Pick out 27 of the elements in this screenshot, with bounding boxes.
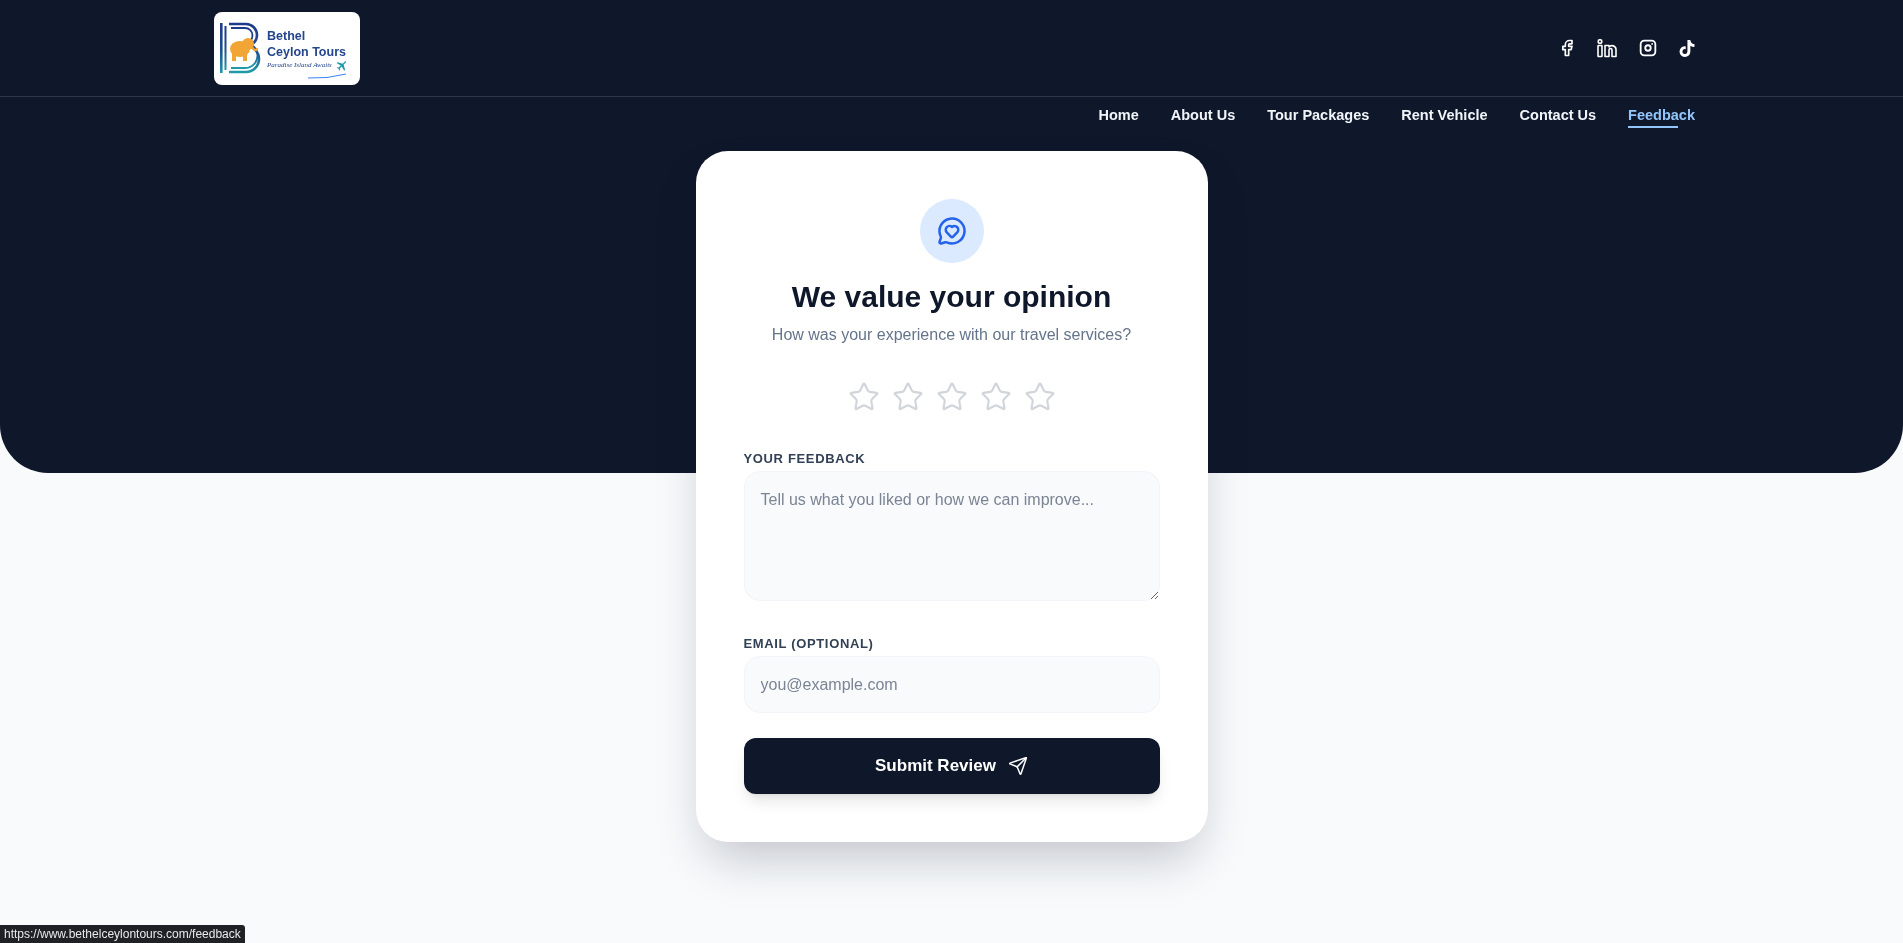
status-url: https://www.bethelceylontours.com/feedback (0, 925, 245, 943)
star-icon[interactable] (979, 381, 1012, 413)
nav-link[interactable]: Feedback (1628, 106, 1695, 128)
star-icon[interactable] (1023, 381, 1056, 413)
star-icon[interactable] (847, 381, 880, 413)
nav-link[interactable]: About Us (1170, 106, 1236, 128)
logo-emblem-drawing (219, 22, 263, 74)
email-input[interactable]: you@example.com (743, 656, 1160, 713)
nav-link[interactable]: Contact Us (1519, 106, 1597, 128)
send-icon (1007, 756, 1028, 776)
card-subtitle: How was your experience with our travel services? (771, 325, 1132, 345)
swoosh-drawing (307, 72, 347, 79)
nav-link[interactable]: Tour Packages (1267, 106, 1370, 128)
nav-link[interactable]: Rent Vehicle (1401, 106, 1488, 128)
star-icon[interactable] (891, 381, 924, 413)
instagram-icon[interactable] (1637, 37, 1659, 59)
submit-button[interactable]: Submit Review (743, 738, 1160, 794)
tiktok-icon[interactable] (1679, 39, 1695, 57)
feedback-textarea[interactable]: Tell us what you liked or how we can improve... (743, 471, 1160, 601)
linkedin-icon[interactable] (1597, 38, 1617, 58)
star-icon[interactable] (935, 381, 968, 413)
card-title: We value your opinion (791, 279, 1112, 315)
nav-link[interactable]: Home (1098, 106, 1139, 128)
field-label: YOUR FEEDBACK (743, 451, 867, 467)
brand-name: Ceylon Tours (267, 43, 347, 60)
brand-name: Bethel (267, 27, 307, 44)
field-label: EMAIL (OPTIONAL) (743, 636, 875, 652)
